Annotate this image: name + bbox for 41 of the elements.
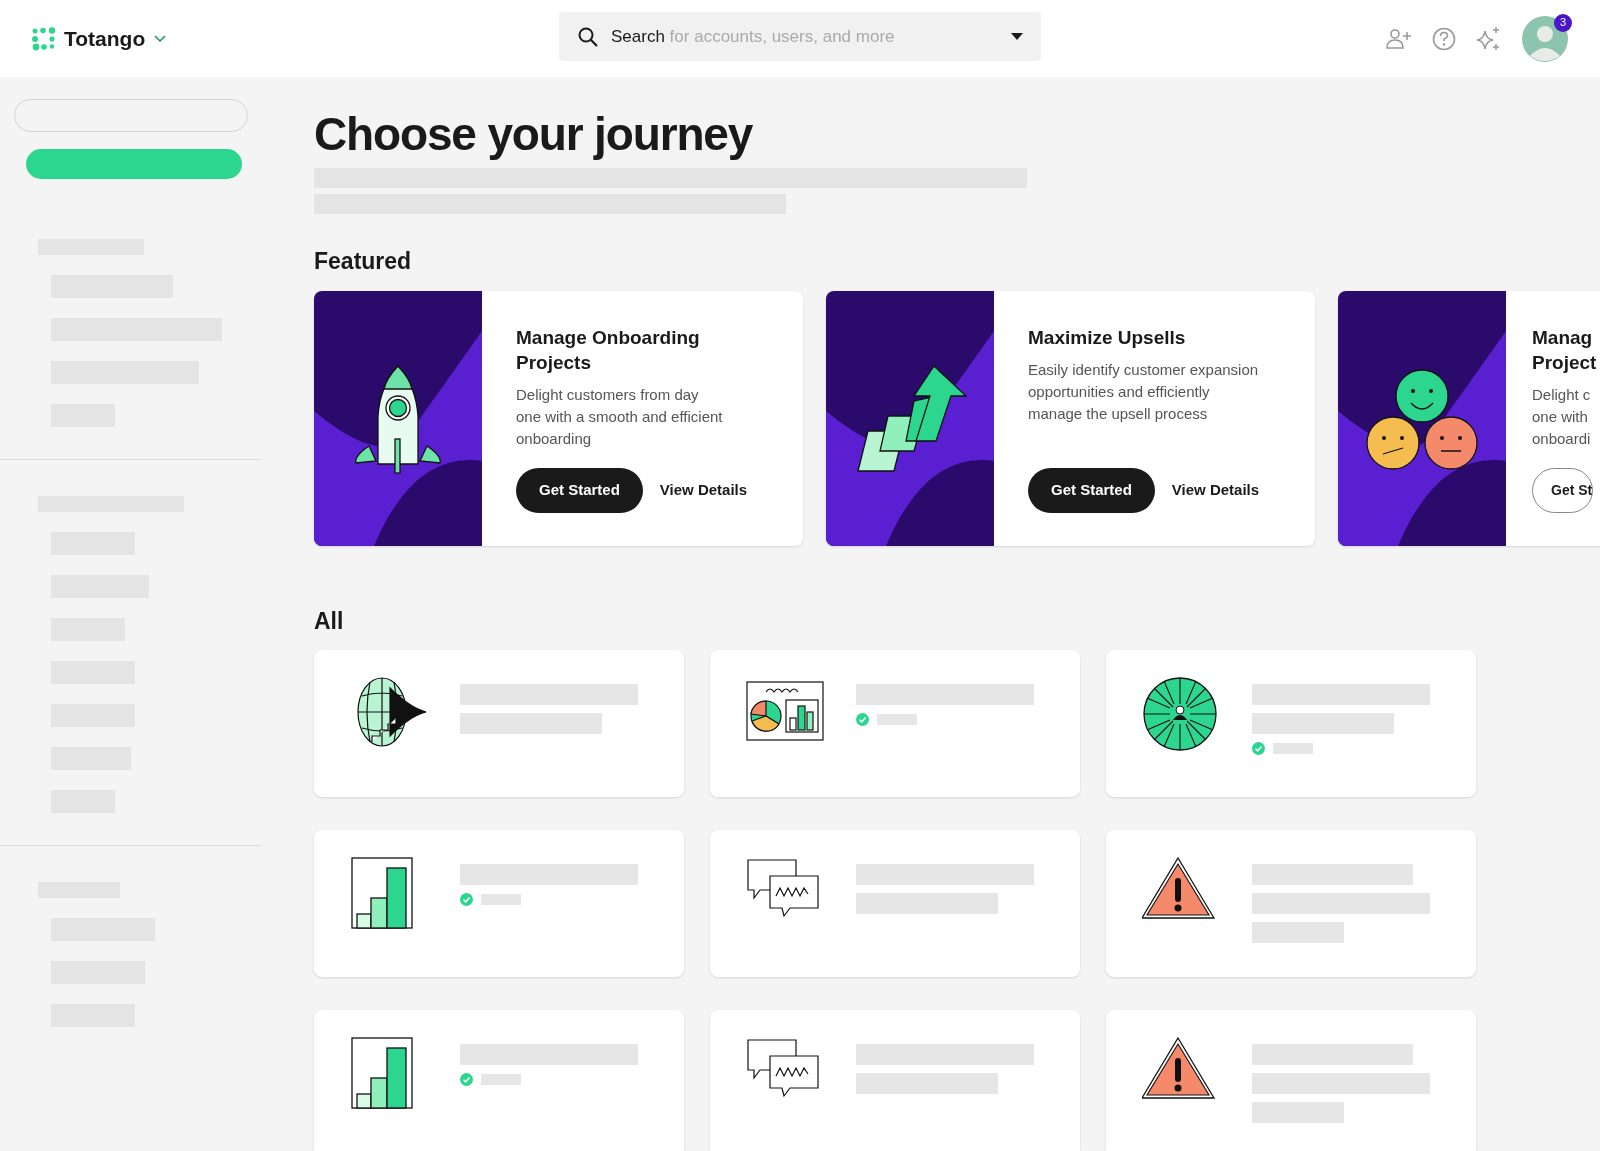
add-user-icon[interactable] — [1386, 27, 1412, 50]
journey-tile[interactable] — [1106, 650, 1476, 798]
section-heading: Featured — [314, 247, 413, 277]
journey-tile[interactable] — [314, 830, 684, 978]
card-description: Delight c one with onboardi — [1532, 384, 1592, 449]
placeholder-bar — [877, 714, 917, 726]
brand-name: Totango — [64, 25, 146, 52]
get-started-button[interactable]: Get Started — [1028, 467, 1155, 513]
get-started-button[interactable]: Get Started — [516, 467, 643, 513]
search-field[interactable]: Search for accounts, users, and more — [559, 12, 1041, 61]
journey-tile[interactable] — [710, 650, 1080, 798]
placeholder-bar — [481, 894, 521, 906]
logo-icon — [32, 26, 56, 51]
journey-tile[interactable] — [710, 830, 1080, 978]
help-icon[interactable] — [1432, 26, 1456, 51]
dropdown-caret-icon[interactable] — [1011, 32, 1023, 41]
wheel-icon — [1142, 676, 1220, 753]
section-heading: All — [314, 606, 345, 636]
sparkle-icon[interactable] — [1476, 25, 1502, 52]
view-details-link[interactable]: View Details — [659, 478, 748, 502]
journey-tile[interactable] — [314, 650, 684, 798]
placeholder-bar — [481, 1074, 521, 1086]
journey-tile[interactable] — [1106, 1010, 1476, 1151]
card-title: Maximize Upsells — [1028, 325, 1187, 350]
card-description: Delight customers from day one with a smooth and efficient onboarding — [516, 384, 724, 449]
chevron-down-icon[interactable] — [153, 33, 168, 44]
avatar[interactable] — [1522, 15, 1568, 62]
journey-tile[interactable] — [314, 1010, 684, 1151]
placeholder-bar — [1273, 743, 1313, 755]
primary-button[interactable] — [26, 149, 242, 179]
card-description: Easily identify customer expansion opportunities and efficiently manage the upsell process — [1028, 359, 1260, 424]
search-icon — [577, 25, 599, 48]
sidebar-search-field[interactable] — [14, 99, 248, 132]
card-title: Manage Onboarding Projects — [516, 325, 701, 375]
card-title: Manag Project — [1532, 325, 1597, 375]
get-started-button[interactable]: Get St — [1532, 467, 1594, 513]
journey-tile[interactable] — [710, 1010, 1080, 1151]
notification-badge: 3 — [1554, 13, 1572, 32]
view-details-link[interactable]: View Details — [1171, 478, 1260, 502]
journey-tile[interactable] — [1106, 830, 1476, 978]
page-title: Choose your journey — [314, 107, 754, 162]
